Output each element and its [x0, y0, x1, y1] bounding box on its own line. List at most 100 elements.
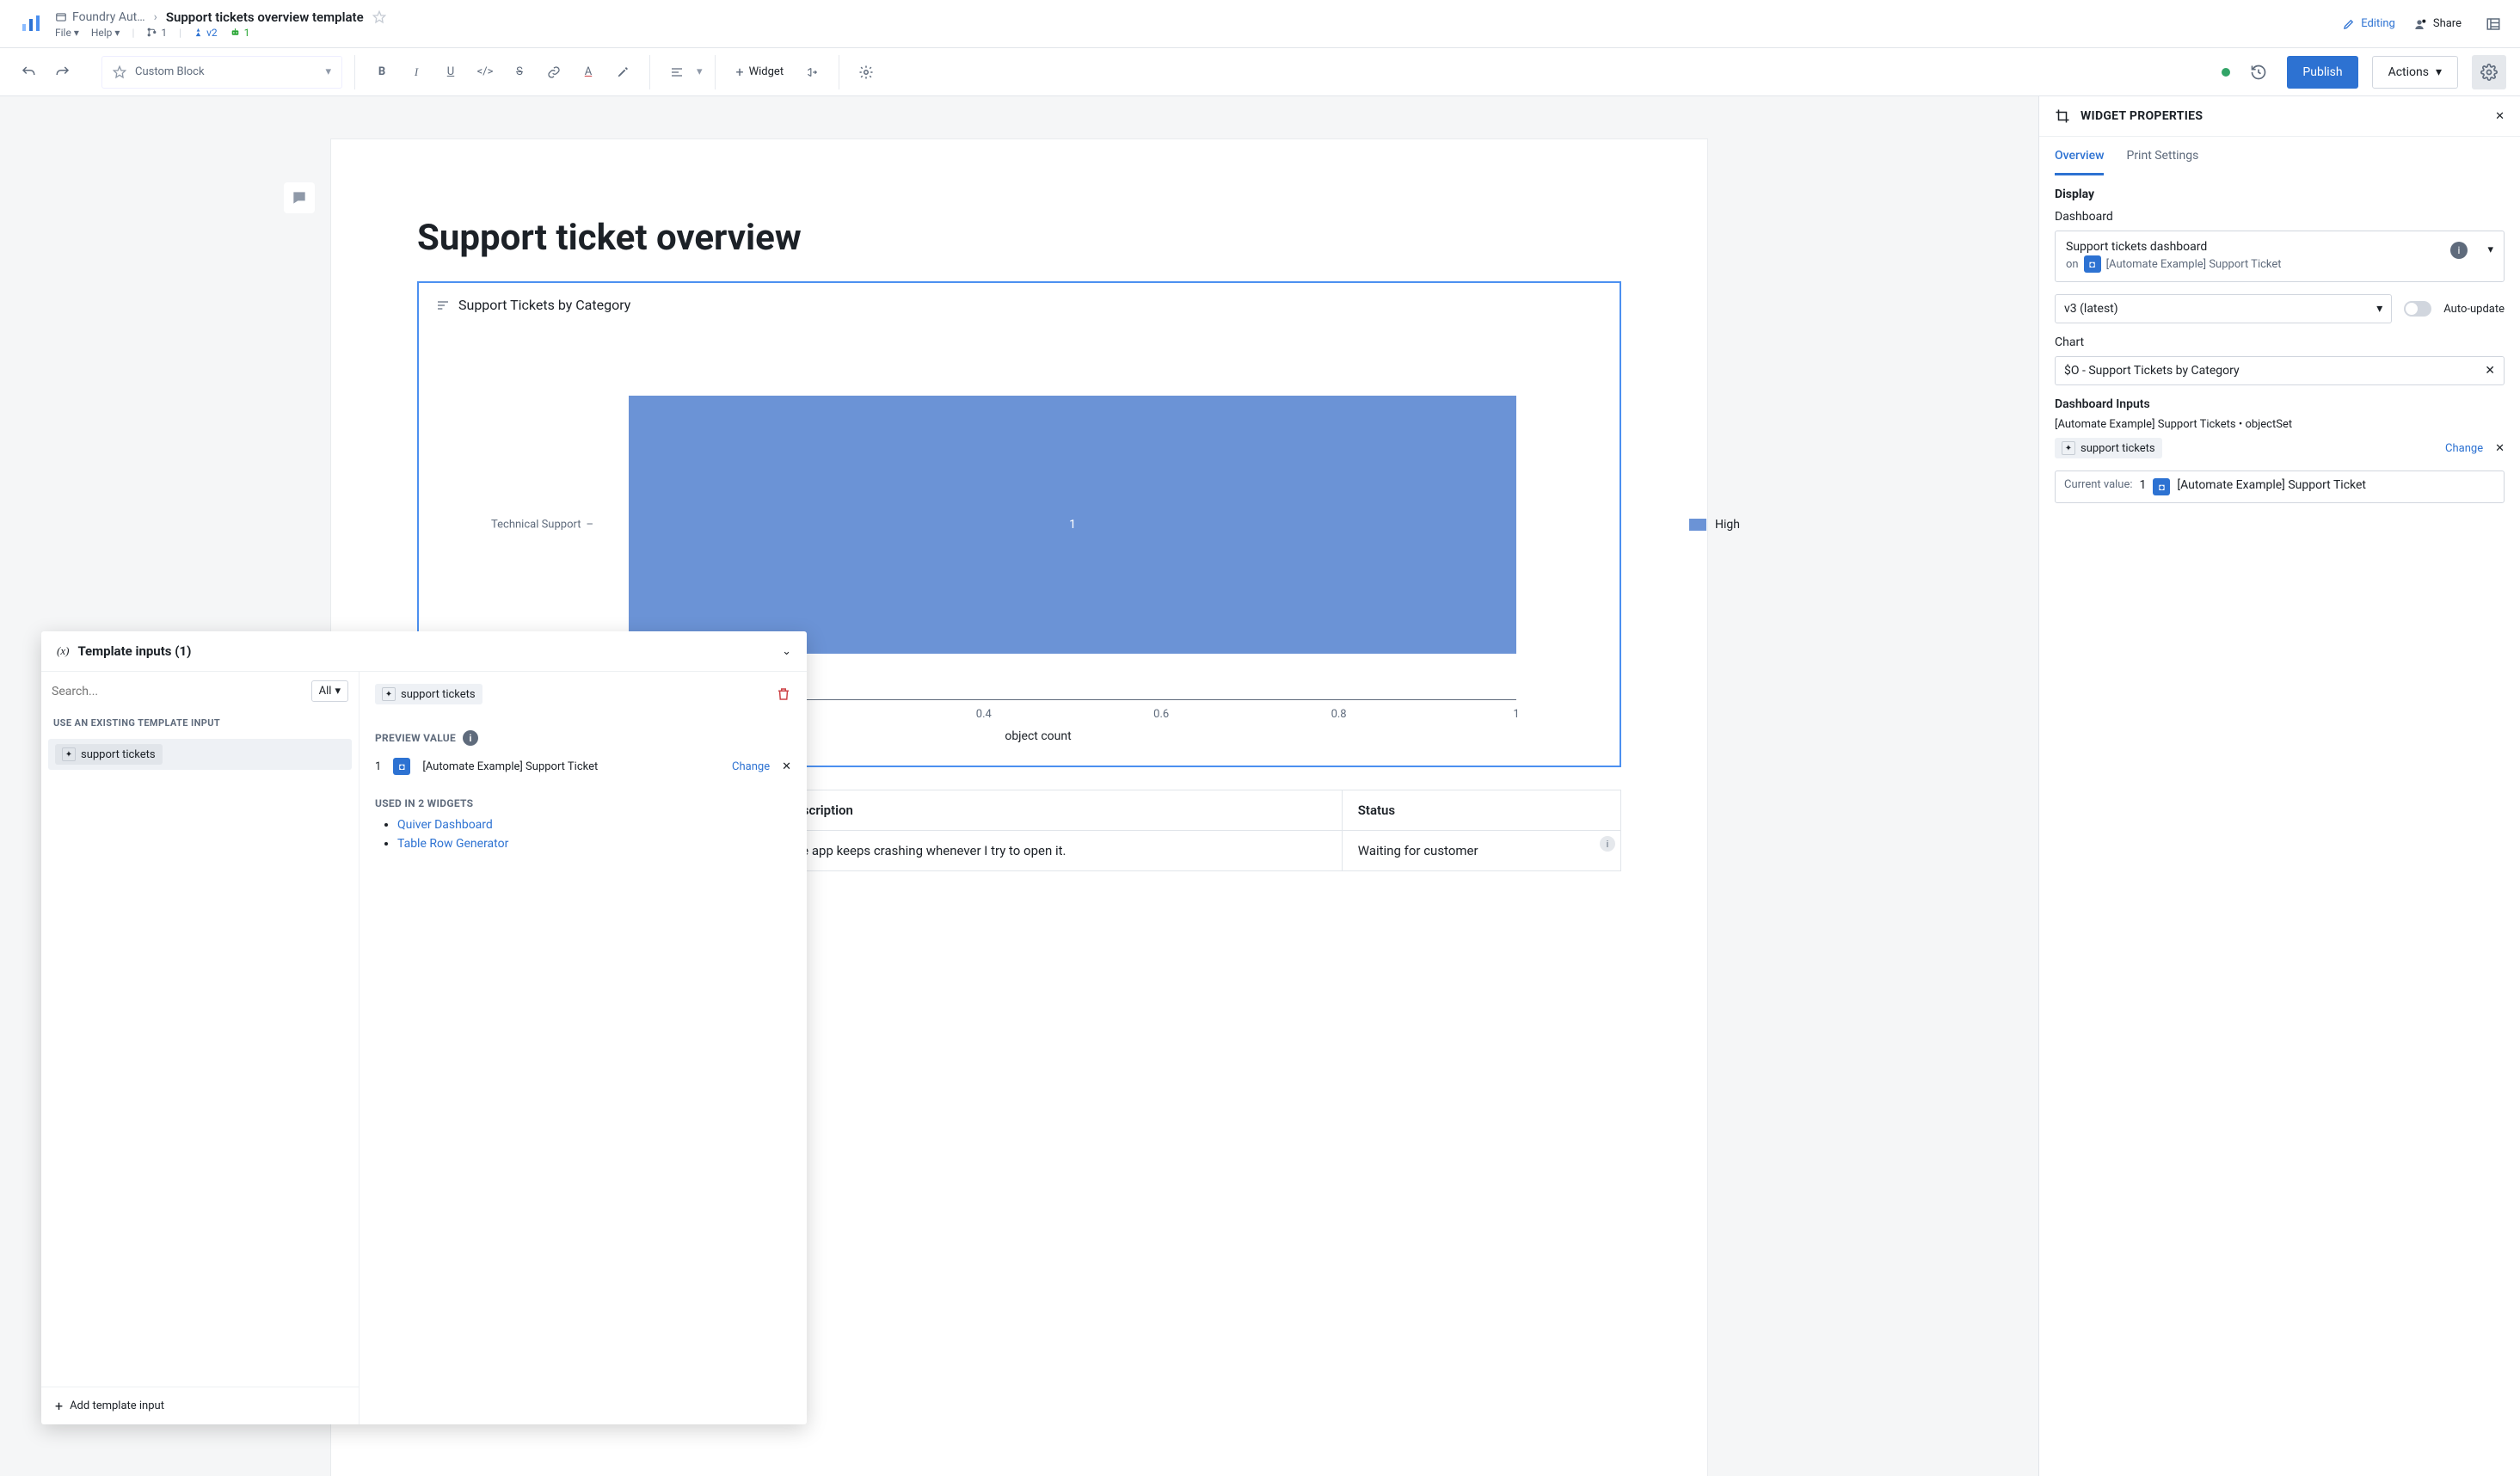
close-icon[interactable]: ✕: [2495, 442, 2505, 455]
breadcrumb-bar: Foundry Aut… › Support tickets overview …: [0, 0, 2520, 48]
section-display: Display: [2055, 188, 2505, 201]
chart-legend: High: [1689, 518, 1740, 532]
strike-button[interactable]: S: [505, 58, 534, 87]
link-button[interactable]: [539, 58, 569, 87]
input-chip-row: ✦ support tickets Change ✕: [2055, 438, 2505, 458]
dashboard-name: Support tickets dashboard: [2066, 240, 2493, 254]
variable-icon: (x): [57, 644, 69, 658]
info-icon[interactable]: i: [2450, 242, 2468, 259]
chart-selector[interactable]: $O - Support Tickets by Category ✕: [2055, 356, 2505, 385]
section-label: USE AN EXISTING TEMPLATE INPUT: [41, 710, 359, 735]
add-template-input-button[interactable]: + Add template input: [55, 1398, 345, 1414]
file-menu[interactable]: File ▾: [55, 27, 79, 39]
popover-title: Template inputs (1): [77, 643, 191, 659]
insert-input-button[interactable]: [797, 58, 827, 87]
chevron-down-icon: ▾: [325, 65, 331, 78]
table-header[interactable]: Status: [1342, 790, 1620, 831]
object-icon: ◘: [2153, 478, 2170, 495]
widget-link[interactable]: Quiver Dashboard: [397, 818, 493, 832]
branch-indicator[interactable]: 1: [146, 27, 167, 39]
underline-button[interactable]: U: [436, 58, 465, 87]
chevron-down-icon: ▾: [2436, 65, 2442, 79]
auto-update-label: Auto-update: [2443, 303, 2505, 316]
auto-update-toggle[interactable]: [2404, 301, 2431, 317]
gear-button[interactable]: [2472, 55, 2506, 89]
support-tickets-chip[interactable]: ✦ support tickets: [2055, 438, 2162, 458]
chevron-right-icon: ›: [154, 10, 157, 24]
version-tag[interactable]: v2: [194, 27, 218, 39]
panel-title: WIDGET PROPERTIES: [2081, 109, 2203, 123]
code-button[interactable]: </>: [470, 58, 500, 87]
chart-bar: 1: [629, 396, 1516, 654]
editor-toolbar: Custom Block ▾ B I U </> S A ▾ + Widget …: [0, 48, 2520, 96]
change-link[interactable]: Change: [2445, 442, 2483, 455]
add-widget-button[interactable]: + Widget: [728, 58, 793, 87]
robot-indicator[interactable]: 1: [230, 27, 250, 39]
object-icon: ◘: [2084, 255, 2101, 273]
dashboard-selector[interactable]: Support tickets dashboard on ◘ [Automate…: [2055, 231, 2505, 282]
current-value-box: Current value: 1 ◘ [Automate Example] Su…: [2055, 470, 2505, 503]
used-in-label: USED IN 2 WIDGETS: [375, 797, 791, 809]
publish-button[interactable]: Publish: [2287, 56, 2357, 89]
highlight-button[interactable]: [608, 58, 637, 87]
table-cell: Waiting for customeri: [1342, 831, 1620, 871]
search-input[interactable]: [52, 680, 304, 702]
share-button[interactable]: Share: [2414, 17, 2462, 31]
tab-overview[interactable]: Overview: [2055, 137, 2104, 175]
bar-chart-icon: [436, 298, 450, 312]
template-inputs-popover: (x) Template inputs (1) ⌄ All▾ USE AN EX…: [41, 631, 807, 1424]
block-selector[interactable]: Custom Block ▾: [101, 56, 342, 89]
chevron-down-icon: ▾: [697, 65, 703, 78]
dashboard-inputs-label: Dashboard Inputs: [2055, 397, 2505, 411]
crop-icon: [2055, 108, 2070, 124]
history-button[interactable]: [2244, 58, 2273, 87]
close-icon[interactable]: ✕: [2485, 364, 2495, 378]
live-status-dot: [2222, 68, 2230, 77]
preview-value-label: PREVIEW VALUE: [375, 732, 456, 744]
widget-properties-panel: WIDGET PROPERTIES ✕ Overview Print Setti…: [2038, 96, 2520, 1476]
support-tickets-chip[interactable]: ✦ support tickets: [375, 684, 482, 704]
page-title[interactable]: Support ticket overview: [417, 217, 1621, 259]
widget-link[interactable]: Table Row Generator: [397, 837, 508, 851]
variable-icon: ✦: [2062, 441, 2075, 455]
change-link[interactable]: Change: [732, 760, 770, 773]
chart-title: Support Tickets by Category: [458, 297, 630, 313]
actions-button[interactable]: Actions▾: [2372, 56, 2458, 89]
object-icon: ◘: [393, 758, 410, 775]
doc-title[interactable]: Support tickets overview template: [166, 9, 364, 25]
settings-cog-button[interactable]: [851, 58, 881, 87]
template-input-item[interactable]: ✦ support tickets: [48, 739, 352, 770]
close-icon[interactable]: ✕: [782, 760, 791, 773]
version-selector[interactable]: v3 (latest) ▾: [2055, 294, 2392, 323]
editing-mode[interactable]: Editing: [2343, 17, 2395, 30]
italic-button[interactable]: I: [402, 58, 431, 87]
chevron-down-icon[interactable]: ⌄: [782, 645, 791, 658]
star-icon[interactable]: [372, 10, 386, 24]
info-icon[interactable]: i: [1600, 836, 1615, 852]
chevron-down-icon: ▾: [2376, 302, 2382, 316]
dashboard-label: Dashboard: [2055, 210, 2505, 224]
chart-label: Chart: [2055, 335, 2505, 349]
chart-x-axis-label: object count: [1005, 729, 1071, 743]
variable-icon: ✦: [62, 747, 76, 761]
variable-icon: ✦: [382, 687, 396, 701]
text-color-button[interactable]: A: [574, 58, 603, 87]
info-icon[interactable]: i: [463, 730, 478, 746]
app-logo-icon[interactable]: [14, 7, 48, 41]
preview-count: 1: [375, 760, 381, 773]
tab-print-settings[interactable]: Print Settings: [2126, 137, 2198, 175]
filter-all[interactable]: All▾: [311, 680, 348, 702]
delete-button[interactable]: [776, 686, 791, 702]
preview-object: [Automate Example] Support Ticket: [422, 760, 598, 773]
breadcrumb-parent[interactable]: Foundry Aut…: [55, 10, 145, 24]
table-header[interactable]: Description: [771, 790, 1342, 831]
table-cell: The app keeps crashing whenever I try to…: [771, 831, 1342, 871]
undo-button[interactable]: [14, 58, 43, 87]
redo-button[interactable]: [48, 58, 77, 87]
close-button[interactable]: ✕: [2495, 110, 2505, 123]
chevron-down-icon: ▾: [2487, 243, 2493, 256]
bold-button[interactable]: B: [367, 58, 396, 87]
help-menu[interactable]: Help ▾: [91, 27, 120, 39]
panel-toggle-icon[interactable]: [2480, 11, 2506, 37]
align-button[interactable]: [662, 58, 691, 87]
